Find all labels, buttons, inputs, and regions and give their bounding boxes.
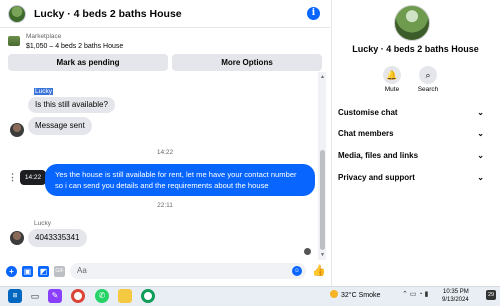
conversation-info-panel <box>331 0 500 286</box>
gif-icon[interactable]: GIF <box>54 266 65 277</box>
clock-date: 9/13/2024 <box>442 297 469 303</box>
panel-item-label: Media, files and links <box>338 151 419 160</box>
chevron-down-icon: ⌄ <box>477 129 484 138</box>
plus-icon[interactable]: + <box>6 266 17 277</box>
mark-pending-button[interactable]: Mark as pending <box>8 54 168 71</box>
thumbs-up-icon[interactable]: 👍 <box>312 264 326 277</box>
customise-chat-item[interactable]: Customise chat ⌄ <box>338 104 488 122</box>
notification-badge[interactable]: 29 <box>486 290 496 300</box>
chevron-down-icon: ⌄ <box>477 173 484 182</box>
more-options-button[interactable]: More Options <box>172 54 322 71</box>
sticker-icon[interactable]: ◩ <box>38 266 49 277</box>
sender-avatar[interactable] <box>10 231 24 245</box>
chat-avatar[interactable] <box>8 4 26 23</box>
message-bubble-outgoing[interactable]: Yes the house is still available for ren… <box>45 164 315 196</box>
chevron-down-icon: ⌄ <box>477 108 484 117</box>
time-tooltip: 14:22 <box>20 170 46 185</box>
more-actions-icon[interactable]: ⋮ <box>8 172 17 183</box>
pen-app-icon[interactable]: ✎ <box>48 289 62 303</box>
whatsapp-icon[interactable]: ✆ <box>95 289 109 303</box>
conversation-avatar[interactable] <box>394 5 430 41</box>
scroll-down-icon[interactable]: ▼ <box>320 252 325 258</box>
scrollbar-thumb[interactable] <box>320 150 325 250</box>
weather-widget[interactable]: 32°C Smoke <box>330 290 380 299</box>
conversation-title: Lucky · 4 beds 2 baths House <box>352 44 479 54</box>
bell-icon[interactable]: 🔔 <box>383 66 401 84</box>
search-label: Search <box>417 86 439 93</box>
marketplace-label: Marketplace <box>26 33 62 40</box>
sender-avatar[interactable] <box>10 123 24 137</box>
seen-indicator <box>304 248 311 255</box>
panel-item-label: Customise chat <box>338 108 398 117</box>
timestamp: 22:11 <box>157 202 173 209</box>
timestamp: 14:22 <box>156 149 174 156</box>
search-icon[interactable]: ⌕ <box>419 66 437 84</box>
emoji-icon[interactable]: ☺ <box>292 266 302 276</box>
message-bubble-incoming[interactable]: 4043335341 <box>28 229 87 247</box>
chrome-profile-icon[interactable] <box>141 289 155 303</box>
chevron-down-icon: ⌄ <box>477 151 484 160</box>
info-icon[interactable]: i <box>307 7 320 20</box>
mute-label: Mute <box>384 86 400 93</box>
listing-summary: $1,050 – 4 beds 2 baths House <box>26 43 124 50</box>
privacy-support-item[interactable]: Privacy and support ⌄ <box>338 169 488 187</box>
message-bubble-incoming[interactable]: Message sent <box>28 117 92 135</box>
message-bubble-incoming[interactable]: Is this still available? <box>28 97 115 113</box>
sender-name: Lucky <box>34 88 53 95</box>
chat-title[interactable]: Lucky · 4 beds 2 baths House <box>34 8 182 20</box>
chrome-icon[interactable] <box>71 289 85 303</box>
panel-item-label: Chat members <box>338 129 394 138</box>
panel-item-label: Privacy and support <box>338 173 415 182</box>
weather-text: 32°C Smoke <box>341 292 381 299</box>
media-files-links-item[interactable]: Media, files and links ⌄ <box>338 147 488 165</box>
system-tray[interactable]: ⌃ ▭ ◔ ▮ <box>402 290 428 298</box>
scroll-up-icon[interactable]: ▲ <box>320 74 325 80</box>
photo-icon[interactable]: ▣ <box>22 266 33 277</box>
weather-icon <box>330 290 338 298</box>
clock-time: 10:35 PM <box>443 289 469 295</box>
file-explorer-icon[interactable]: ▭ <box>28 289 42 303</box>
chat-members-item[interactable]: Chat members ⌄ <box>338 125 488 143</box>
chat-panel: Lucky · 4 beds 2 baths House i Marketpla… <box>0 0 330 286</box>
clock[interactable]: 10:35 PM 9/13/2024 <box>442 288 469 304</box>
windows-start-icon[interactable]: ⊞ <box>8 289 22 303</box>
listing-thumbnail[interactable] <box>8 36 20 46</box>
folder-icon[interactable] <box>118 289 132 303</box>
chat-header: Lucky · 4 beds 2 baths House <box>0 0 330 28</box>
sender-name: Lucky <box>34 220 51 227</box>
message-input[interactable]: Aa <box>70 263 306 279</box>
